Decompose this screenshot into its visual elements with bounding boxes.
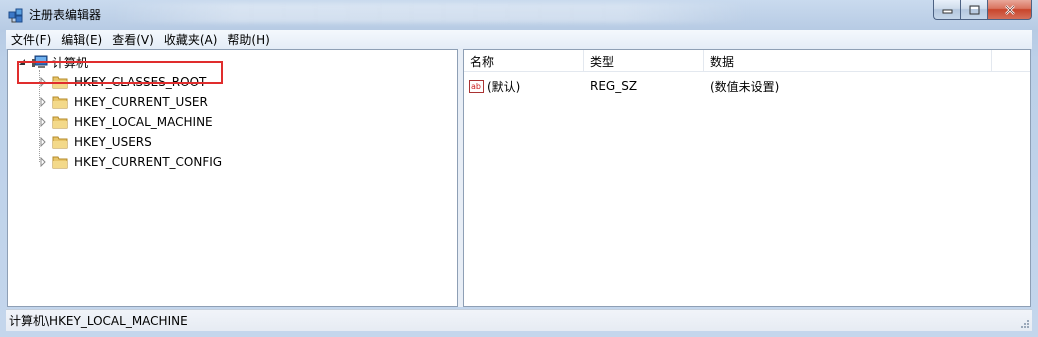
menu-favorites[interactable]: 收藏夹(A) [159, 31, 223, 48]
registry-editor-icon [8, 8, 23, 23]
close-icon [1004, 4, 1015, 15]
registry-editor-window: 注册表编辑器 文件(F) 编辑(E) 查看(V) 收藏夹(A) 帮助(H) 计算… [0, 0, 1038, 337]
value-data: (数值未设置) [710, 79, 780, 94]
tree-item-label: HKEY_CURRENT_CONFIG [74, 155, 223, 169]
resize-grip-icon[interactable] [1020, 319, 1030, 329]
column-header-name[interactable]: 名称 [464, 50, 584, 72]
value-list-pane[interactable]: 名称 类型 数据 ab (默认) REG_SZ (数值未设置) [463, 49, 1031, 307]
expand-arrow-icon[interactable] [38, 137, 48, 147]
tree-item-label: HKEY_USERS [74, 135, 152, 149]
value-type: REG_SZ [590, 79, 638, 93]
minimize-icon [942, 9, 952, 13]
expand-arrow-icon[interactable] [38, 117, 48, 127]
selection-highlight-box [17, 61, 223, 84]
folder-icon [52, 96, 68, 109]
close-button[interactable] [987, 0, 1032, 20]
tree-item-label: HKEY_CURRENT_USER [74, 95, 208, 109]
status-path: 计算机\HKEY_LOCAL_MACHINE [9, 314, 188, 328]
menu-bar: 文件(F) 编辑(E) 查看(V) 收藏夹(A) 帮助(H) [6, 30, 1032, 49]
menu-view[interactable]: 查看(V) [107, 31, 159, 48]
list-header: 名称 类型 数据 [464, 50, 1030, 72]
tree-item-hkey-current-user[interactable]: HKEY_CURRENT_USER [38, 92, 208, 112]
list-row[interactable]: ab (默认) REG_SZ (数值未设置) [464, 76, 1030, 96]
svg-text:ab: ab [471, 82, 481, 91]
string-value-icon: ab [469, 79, 484, 93]
tree-item-label: HKEY_LOCAL_MACHINE [74, 115, 213, 129]
column-header-data[interactable]: 数据 [704, 50, 992, 72]
folder-icon [52, 116, 68, 129]
expand-arrow-icon[interactable] [38, 157, 48, 167]
maximize-icon [969, 5, 979, 14]
status-bar: 计算机\HKEY_LOCAL_MACHINE [6, 309, 1032, 331]
menu-help[interactable]: 帮助(H) [222, 31, 274, 48]
minimize-button[interactable] [933, 0, 960, 20]
tree-item-hkey-users[interactable]: HKEY_USERS [38, 132, 152, 152]
menu-edit[interactable]: 编辑(E) [56, 31, 107, 48]
value-name-cell: ab (默认) [469, 76, 520, 96]
tree-item-hkey-current-config[interactable]: HKEY_CURRENT_CONFIG [38, 152, 222, 172]
maximize-button[interactable] [960, 0, 987, 20]
key-tree-pane[interactable]: 计算机 HKEY_CLASSES_ROOT HKEY_CURRENT_USER … [7, 49, 458, 307]
tree-item-hkey-local-machine[interactable]: HKEY_LOCAL_MACHINE [38, 112, 213, 132]
folder-icon [52, 156, 68, 169]
title-bar[interactable]: 注册表编辑器 [0, 0, 1038, 29]
column-header-type[interactable]: 类型 [584, 50, 704, 72]
folder-icon [52, 136, 68, 149]
window-title: 注册表编辑器 [29, 8, 102, 22]
value-name: (默认) [487, 79, 521, 94]
menu-file[interactable]: 文件(F) [6, 31, 56, 48]
expand-arrow-icon[interactable] [38, 97, 48, 107]
title-background-blur [110, 3, 750, 23]
caption-buttons [933, 0, 1032, 20]
